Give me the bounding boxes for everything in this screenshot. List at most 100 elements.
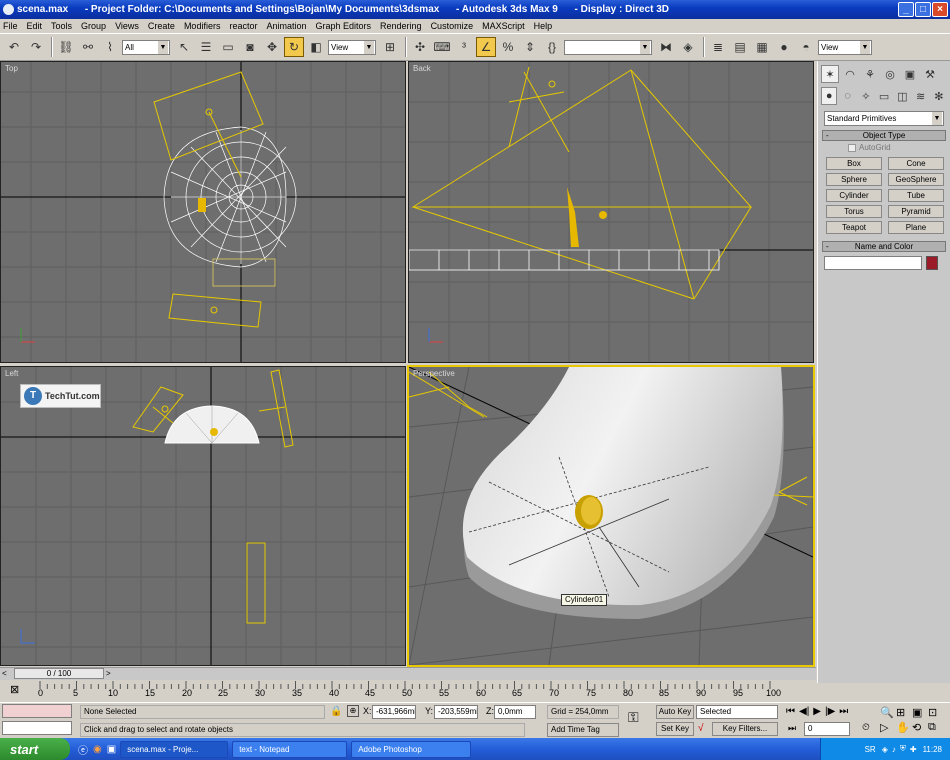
viewport-label-top[interactable]: Top: [5, 64, 18, 73]
render-view-dropdown[interactable]: View: [818, 39, 872, 55]
viewport-label-perspective[interactable]: Perspective: [413, 369, 455, 378]
schematic-view-icon[interactable]: ▦: [752, 37, 772, 57]
viewport-top[interactable]: Top: [0, 61, 406, 363]
menu-maxscript[interactable]: MAXScript: [482, 21, 525, 31]
viewport-perspective[interactable]: Perspective Cylinder01: [407, 365, 815, 667]
maximize-button[interactable]: □: [915, 2, 931, 17]
geosphere-button[interactable]: GeoSphere: [888, 173, 944, 186]
geometry-icon[interactable]: ●: [821, 87, 838, 105]
menu-edit[interactable]: Edit: [27, 21, 43, 31]
hierarchy-tab-icon[interactable]: ⚘: [861, 65, 879, 83]
spinner-snap-icon[interactable]: ⇕: [520, 37, 540, 57]
maxscript-mini-field[interactable]: [2, 721, 72, 735]
torus-button[interactable]: Torus: [826, 205, 882, 218]
window-crossing-icon[interactable]: ◙: [240, 37, 260, 57]
taskbar-item-3dsmax[interactable]: scena.max - Proje...: [120, 740, 229, 758]
previous-frame-icon[interactable]: ◀|: [799, 706, 809, 717]
menu-reactor[interactable]: reactor: [229, 21, 257, 31]
start-button[interactable]: start: [0, 738, 70, 760]
object-name-field[interactable]: [824, 256, 922, 270]
named-selection-dropdown[interactable]: [564, 39, 652, 55]
manipulate-icon[interactable]: ✣: [410, 37, 430, 57]
snap-3d-icon[interactable]: ³: [454, 37, 474, 57]
current-frame-field[interactable]: 0: [804, 722, 850, 736]
menu-rendering[interactable]: Rendering: [380, 21, 422, 31]
cone-button[interactable]: Cone: [888, 157, 944, 170]
tube-button[interactable]: Tube: [888, 189, 944, 202]
layer-manager-icon[interactable]: ≣: [708, 37, 728, 57]
menu-views[interactable]: Views: [115, 21, 139, 31]
language-indicator[interactable]: SR: [865, 745, 876, 754]
percent-snap-icon[interactable]: %: [498, 37, 518, 57]
time-configuration-icon[interactable]: ⏲: [862, 722, 870, 733]
arc-rotate-icon[interactable]: ⟲: [912, 721, 928, 734]
go-to-start-icon[interactable]: ⏮: [786, 706, 795, 717]
display-tab-icon[interactable]: ▣: [901, 65, 919, 83]
maxscript-listener-field[interactable]: [2, 704, 72, 718]
redo-icon[interactable]: ↷: [26, 37, 46, 57]
set-key-button[interactable]: Set Key: [656, 722, 694, 736]
menu-tools[interactable]: Tools: [51, 21, 72, 31]
motion-tab-icon[interactable]: ◎: [881, 65, 899, 83]
menu-animation[interactable]: Animation: [266, 21, 306, 31]
select-object-icon[interactable]: ↖: [174, 37, 194, 57]
lights-icon[interactable]: ✧: [858, 87, 874, 105]
absolute-mode-icon[interactable]: ⊕: [347, 705, 359, 717]
link-icon[interactable]: ⛓: [56, 37, 76, 57]
menu-customize[interactable]: Customize: [431, 21, 474, 31]
mirror-icon[interactable]: ⧓: [656, 37, 676, 57]
zoom-all-icon[interactable]: ⊞: [896, 706, 912, 719]
key-filters-button[interactable]: Key Filters...: [712, 722, 778, 736]
menu-create[interactable]: Create: [148, 21, 175, 31]
go-to-end-icon[interactable]: ⏭: [839, 706, 848, 717]
maximize-viewport-icon[interactable]: ⧉: [928, 721, 944, 734]
scale-icon[interactable]: ◧: [306, 37, 326, 57]
tray-security-icon[interactable]: ⛨: [900, 744, 906, 754]
object-type-rollout-header[interactable]: - Object Type: [822, 130, 946, 141]
select-by-name-icon[interactable]: ☰: [196, 37, 216, 57]
keyboard-shortcut-icon[interactable]: ⌨: [432, 37, 452, 57]
tray-volume-icon[interactable]: ♪: [892, 745, 896, 754]
shapes-icon[interactable]: ◌: [839, 87, 855, 105]
add-time-tag-button[interactable]: Add Time Tag: [547, 723, 619, 737]
menu-graph-editors[interactable]: Graph Editors: [316, 21, 372, 31]
ref-coord-dropdown[interactable]: View: [328, 39, 376, 55]
key-tangent-icon[interactable]: √: [698, 723, 704, 734]
curve-editor-icon[interactable]: ▤: [730, 37, 750, 57]
helpers-icon[interactable]: ◫: [894, 87, 910, 105]
key-mode-toggle-icon[interactable]: ⏭: [788, 723, 796, 734]
move-icon[interactable]: ✥: [262, 37, 282, 57]
autogrid-row[interactable]: AutoGrid: [818, 141, 950, 154]
auto-key-button[interactable]: Auto Key: [656, 705, 694, 719]
pyramid-button[interactable]: Pyramid: [888, 205, 944, 218]
primitive-category-dropdown[interactable]: Standard Primitives: [824, 111, 944, 126]
quick-launch-firefox-icon[interactable]: ◉: [93, 744, 102, 755]
key-mode-dropdown[interactable]: Selected: [696, 705, 778, 719]
systems-icon[interactable]: ✻: [931, 87, 947, 105]
tray-antivirus-icon[interactable]: ✚: [910, 745, 917, 754]
create-tab-icon[interactable]: ✶: [821, 65, 839, 83]
pan-icon[interactable]: ✋: [896, 721, 912, 734]
selection-filter-dropdown[interactable]: All: [122, 39, 170, 55]
viewport-left[interactable]: Left T TechTut.com: [0, 366, 406, 666]
utilities-tab-icon[interactable]: ⚒: [921, 65, 939, 83]
mini-curve-editor-icon[interactable]: ⊠: [10, 683, 19, 696]
time-slider-left-arrow-icon[interactable]: <: [2, 669, 7, 678]
menu-group[interactable]: Group: [81, 21, 106, 31]
x-coordinate-field[interactable]: -631,966mi: [372, 705, 416, 719]
z-coordinate-field[interactable]: 0,0mm: [494, 705, 536, 719]
render-scene-icon[interactable]: ◓: [796, 37, 816, 57]
zoom-extents-all-icon[interactable]: ⊡: [928, 706, 944, 719]
time-slider-right-arrow-icon[interactable]: >: [106, 669, 111, 678]
next-frame-icon[interactable]: |▶: [825, 706, 835, 717]
y-coordinate-field[interactable]: -203,559mi: [434, 705, 478, 719]
align-icon[interactable]: ◈: [678, 37, 698, 57]
time-slider[interactable]: < 0 / 100 >: [0, 667, 816, 680]
undo-icon[interactable]: ↶: [4, 37, 24, 57]
material-editor-icon[interactable]: ●: [774, 37, 794, 57]
cylinder-button[interactable]: Cylinder: [826, 189, 882, 202]
field-of-view-icon[interactable]: ▷: [880, 721, 896, 734]
box-button[interactable]: Box: [826, 157, 882, 170]
time-slider-thumb[interactable]: 0 / 100: [14, 668, 104, 679]
close-button[interactable]: ×: [932, 2, 948, 17]
